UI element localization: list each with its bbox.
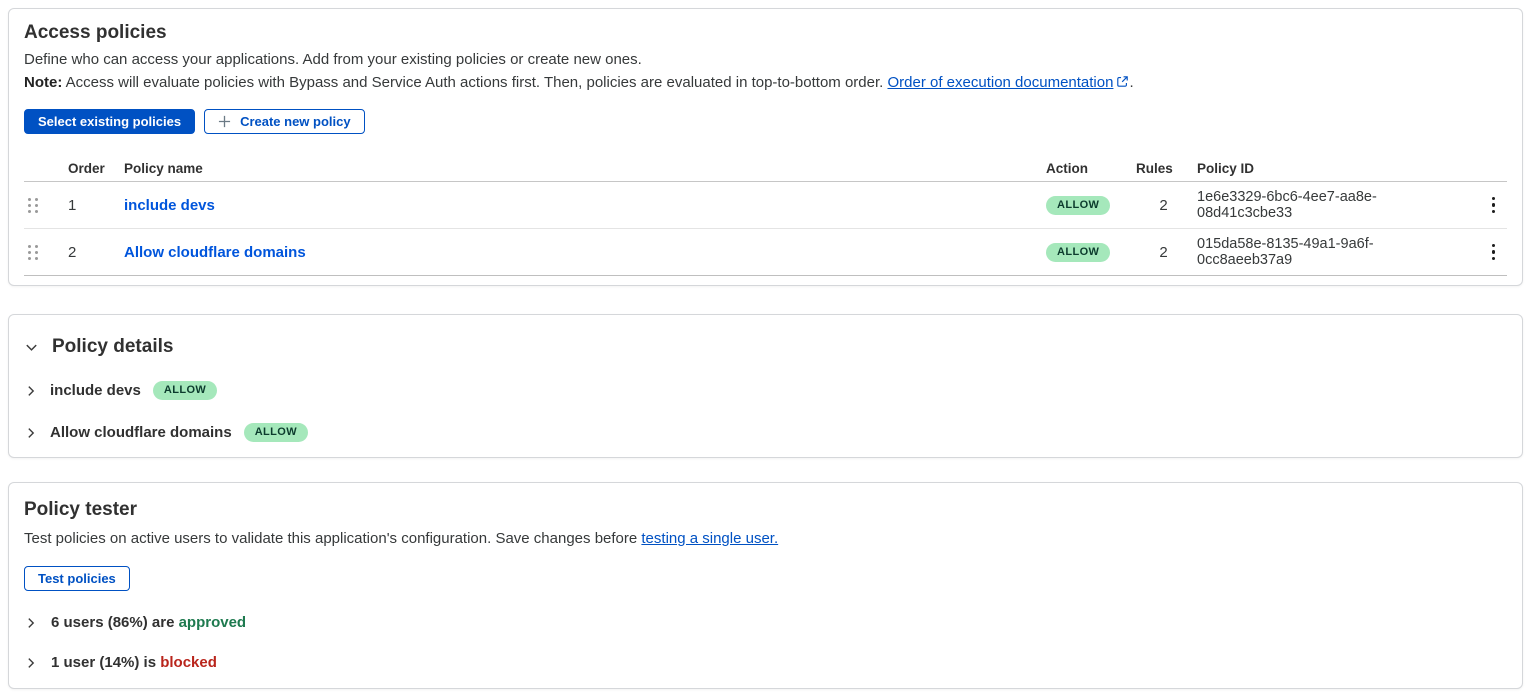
policies-table: Order Policy name Action Rules Policy ID…	[24, 155, 1507, 276]
result-count-text: 1 user (14%) is	[51, 654, 160, 671]
testing-single-user-link[interactable]: testing a single user.	[641, 530, 778, 547]
access-policies-note: Note: Access will evaluate policies with…	[24, 74, 1507, 92]
col-header-policy-name: Policy name	[124, 161, 1046, 176]
row-order: 1	[68, 197, 124, 214]
page-title: Access policies	[24, 22, 1507, 44]
policy-detail-name[interactable]: Allow cloudflare domains	[50, 424, 232, 441]
table-row: 2 Allow cloudflare domains ALLOW 2 015da…	[24, 229, 1507, 276]
row-rules: 2	[1136, 244, 1191, 261]
note-label: Note:	[24, 74, 62, 91]
chevron-down-icon[interactable]	[24, 340, 39, 355]
row-menu-kebab-icon[interactable]	[1486, 193, 1502, 218]
col-header-policy-id: Policy ID	[1191, 161, 1463, 176]
result-count-text: 6 users (86%) are	[51, 614, 179, 631]
table-row: 1 include devs ALLOW 2 1e6e3329-6bc6-4ee…	[24, 182, 1507, 229]
policy-details-title: Policy details	[52, 336, 173, 358]
action-badge: ALLOW	[153, 381, 217, 400]
drag-handle-icon[interactable]	[28, 198, 44, 213]
row-menu-kebab-icon[interactable]	[1486, 240, 1502, 265]
policy-details-header[interactable]: Policy details	[24, 336, 1507, 358]
plus-icon	[218, 115, 231, 128]
policy-name-link[interactable]: Allow cloudflare domains	[124, 244, 306, 261]
chevron-right-icon[interactable]	[24, 656, 38, 670]
action-badge: ALLOW	[244, 423, 308, 442]
status-approved: approved	[179, 614, 247, 631]
action-badge: ALLOW	[1046, 196, 1110, 215]
action-badge: ALLOW	[1046, 243, 1110, 262]
policy-detail-item: Allow cloudflare domains ALLOW	[24, 423, 1507, 442]
policy-detail-item: include devs ALLOW	[24, 381, 1507, 400]
tester-result-blocked: 1 user (14%) is blocked	[24, 654, 1507, 671]
tester-result-approved: 6 users (86%) are approved	[24, 614, 1507, 631]
policies-table-header: Order Policy name Action Rules Policy ID	[24, 155, 1507, 182]
access-policies-panel: Access policies Define who can access yo…	[8, 8, 1523, 286]
row-policy-id: 015da58e-8135-49a1-9a6f-0cc8aeeb37a9	[1191, 236, 1463, 268]
result-text: 1 user (14%) is blocked	[51, 654, 217, 671]
col-header-rules: Rules	[1136, 161, 1191, 176]
order-of-execution-link[interactable]: Order of execution documentation	[887, 74, 1113, 91]
policy-tester-description: Test policies on active users to validat…	[24, 530, 1507, 547]
access-policies-actions: Select existing policies Create new poli…	[24, 109, 1507, 134]
row-order: 2	[68, 244, 124, 261]
col-header-order: Order	[68, 161, 124, 176]
policy-tester-description-text: Test policies on active users to validat…	[24, 530, 641, 547]
row-policy-id: 1e6e3329-6bc6-4ee7-aa8e-08d41c3cbe33	[1191, 189, 1463, 221]
test-policies-button[interactable]: Test policies	[24, 566, 130, 591]
col-header-action: Action	[1046, 161, 1136, 176]
chevron-right-icon[interactable]	[24, 426, 38, 440]
chevron-right-icon[interactable]	[24, 384, 38, 398]
status-blocked: blocked	[160, 654, 217, 671]
policy-name-link[interactable]: include devs	[124, 197, 215, 214]
create-new-policy-label: Create new policy	[240, 114, 351, 129]
drag-handle-icon[interactable]	[28, 245, 44, 260]
chevron-right-icon[interactable]	[24, 616, 38, 630]
external-link-icon	[1116, 75, 1129, 92]
policy-tester-panel: Policy tester Test policies on active us…	[8, 482, 1523, 689]
row-rules: 2	[1136, 197, 1191, 214]
result-text: 6 users (86%) are approved	[51, 614, 246, 631]
create-new-policy-button[interactable]: Create new policy	[204, 109, 365, 134]
note-suffix: .	[1129, 74, 1133, 91]
note-text: Access will evaluate policies with Bypas…	[62, 74, 887, 91]
select-existing-policies-button[interactable]: Select existing policies	[24, 109, 195, 134]
policy-tester-title: Policy tester	[24, 499, 1507, 521]
policy-details-panel: Policy details include devs ALLOW Allow …	[8, 314, 1523, 458]
access-policies-description: Define who can access your applications.…	[24, 51, 1507, 68]
policy-detail-name[interactable]: include devs	[50, 382, 141, 399]
